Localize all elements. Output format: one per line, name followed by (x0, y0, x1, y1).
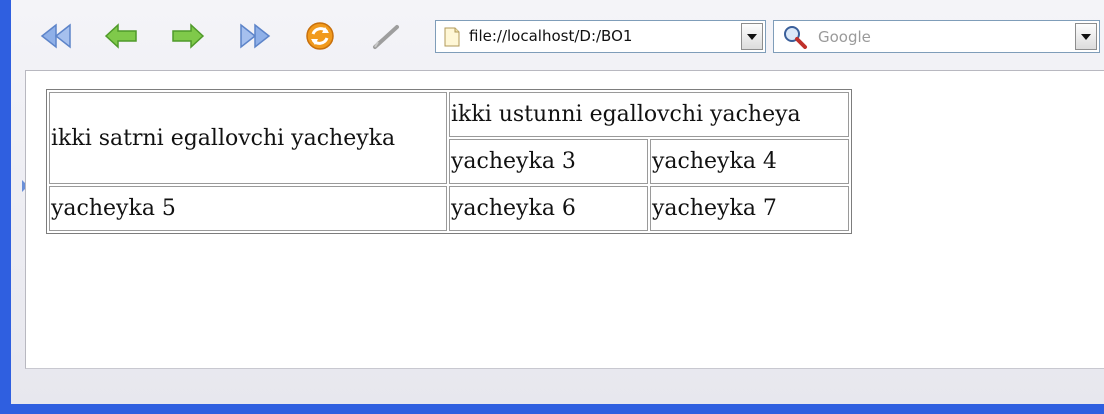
forward-button[interactable] (170, 18, 206, 54)
browser-frame: file://localhost/D:/BO1 ikki satrni egal… (11, 0, 1104, 404)
address-dropdown-button[interactable] (741, 23, 763, 50)
back-button[interactable] (103, 18, 139, 54)
page-content: ikki satrni egallovchi yacheyka ikki ust… (25, 70, 1104, 369)
back-arrow-icon (104, 23, 137, 49)
search-input[interactable] (818, 26, 1048, 48)
pencil-icon (373, 25, 399, 49)
chevron-down-icon (747, 33, 757, 40)
table-cell: yacheyka 7 (650, 186, 849, 231)
table-row: yacheyka 5 yacheyka 6 yacheyka 7 (49, 186, 849, 231)
navigation-toolbar: file://localhost/D:/BO1 (11, 0, 1104, 70)
table-cell: yacheyka 4 (650, 139, 849, 184)
demo-table: ikki satrni egallovchi yacheyka ikki ust… (46, 89, 852, 234)
address-text: file://localhost/D:/BO1 (469, 27, 633, 45)
search-box[interactable] (773, 20, 1100, 53)
chevron-down-icon (1081, 33, 1091, 40)
table-cell: yacheyka 5 (49, 186, 447, 231)
forward-arrow-icon (172, 23, 205, 49)
reload-button[interactable] (302, 18, 338, 54)
table-row: ikki satrni egallovchi yacheyka ikki ust… (49, 92, 849, 184)
reload-icon (306, 22, 334, 50)
colspan-cell: ikki ustunni egallovchi yacheya (449, 92, 849, 137)
fast-forward-icon (240, 23, 271, 49)
address-bar[interactable]: file://localhost/D:/BO1 (435, 20, 766, 53)
rowspan-cell: ikki satrni egallovchi yacheyka (49, 92, 447, 184)
search-icon (784, 26, 807, 49)
window-bottom-border (0, 404, 1104, 414)
edit-button[interactable] (369, 18, 405, 54)
fast-forward-button[interactable] (236, 18, 272, 54)
search-engine-dropdown[interactable] (1075, 23, 1097, 50)
rewind-icon (40, 23, 71, 49)
rewind-button[interactable] (39, 18, 75, 54)
page-icon (444, 27, 460, 47)
table-cell: yacheyka 3 (449, 139, 648, 184)
table-cell: yacheyka 6 (449, 186, 648, 231)
